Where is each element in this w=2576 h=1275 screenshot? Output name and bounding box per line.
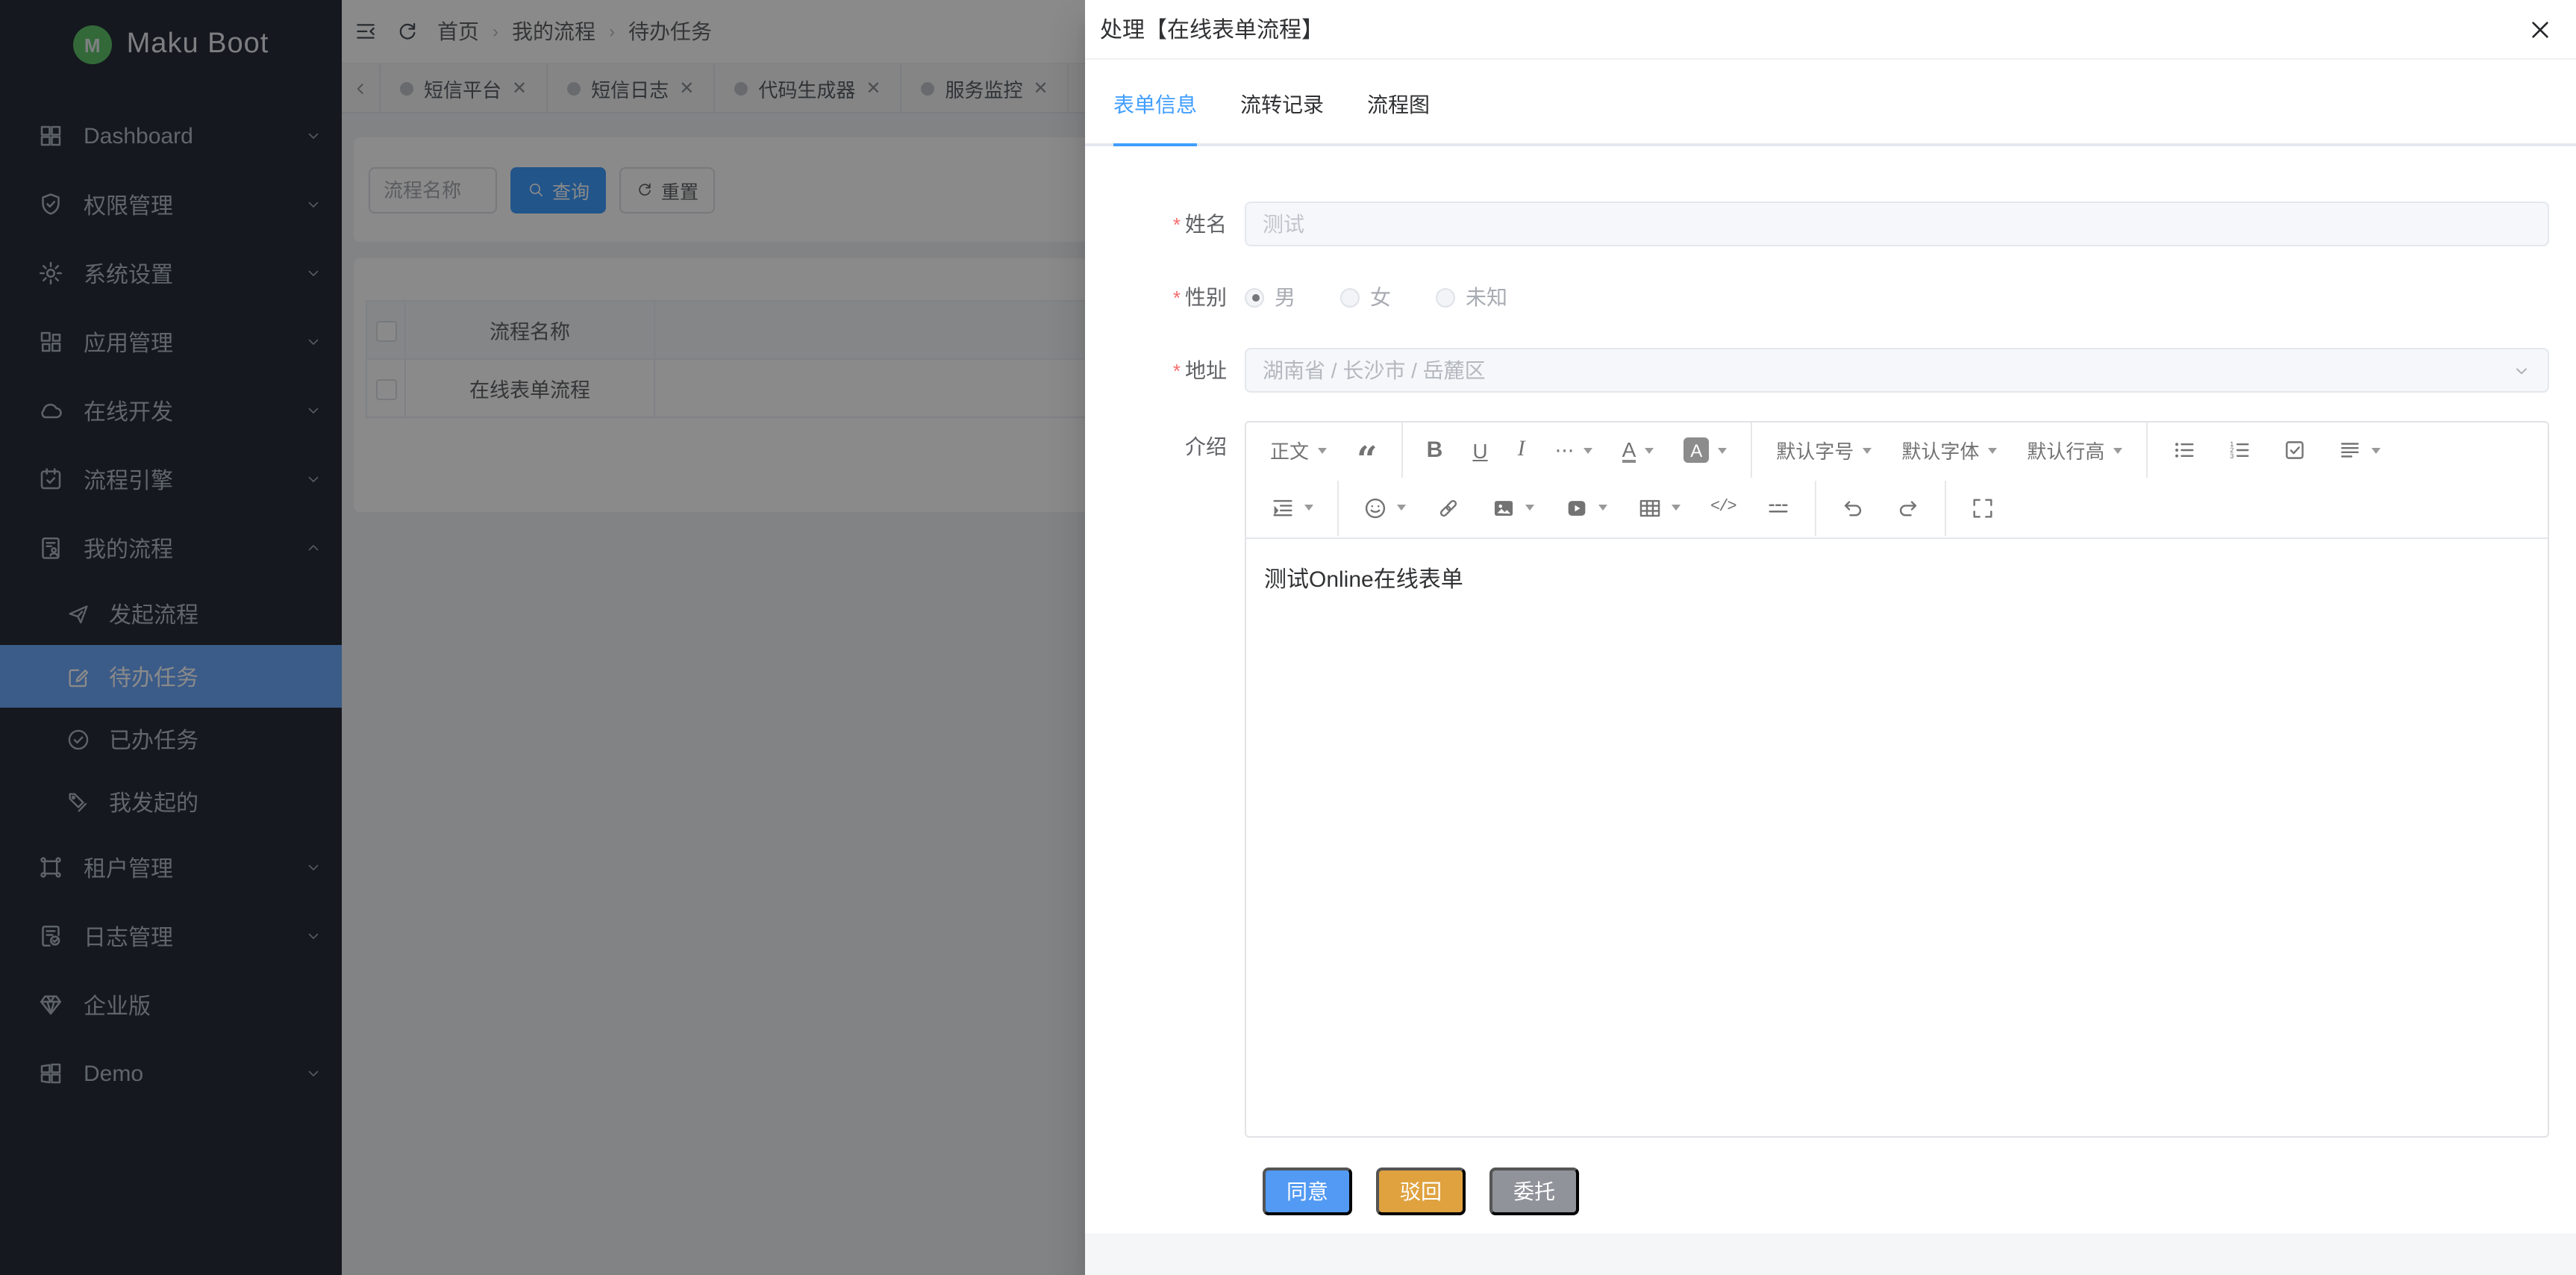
radio-female: 女: [1340, 282, 1391, 312]
caret-icon: [2113, 447, 2122, 453]
tab-flow-records[interactable]: 流转记录: [1240, 90, 1324, 143]
gender-label: *性别: [1085, 282, 1245, 312]
address-control: 湖南省 / 长沙市 / 岳麓区: [1245, 348, 2549, 393]
font-color-dropdown[interactable]: A: [1612, 431, 1665, 470]
caret-icon: [2372, 447, 2380, 453]
approve-button[interactable]: 同意: [1263, 1168, 1352, 1215]
drawer-form: *姓名 测试 *性别 男 女: [1085, 146, 2576, 1215]
caret-icon: [1584, 447, 1592, 453]
toolbar-separator: [1815, 480, 1816, 535]
name-field-row: *姓名 测试: [1085, 202, 2549, 246]
required-asterisk: *: [1173, 287, 1181, 309]
caret-icon: [1318, 447, 1327, 453]
ordered-list-icon[interactable]: [2216, 431, 2263, 470]
table-dropdown[interactable]: [1627, 488, 1691, 527]
address-field-row: *地址 湖南省 / 长沙市 / 岳麓区: [1085, 348, 2549, 393]
caret-icon: [1525, 505, 1534, 511]
tab-form-info[interactable]: 表单信息: [1113, 90, 1197, 143]
link-icon[interactable]: [1425, 488, 1472, 527]
radio-circle: [1436, 287, 1455, 307]
address-cascader: 湖南省 / 长沙市 / 岳麓区: [1245, 348, 2549, 393]
required-asterisk: *: [1173, 360, 1181, 382]
radio-circle: [1340, 287, 1360, 307]
gender-radio-group: 男 女 未知: [1245, 275, 2549, 319]
redo-icon[interactable]: [1885, 488, 1931, 527]
reject-button[interactable]: 驳回: [1376, 1168, 1466, 1215]
caret-icon: [1672, 505, 1681, 511]
caret-icon: [1718, 447, 1727, 453]
quote-icon[interactable]: “: [1346, 431, 1388, 470]
indent-dropdown[interactable]: [1260, 488, 1324, 527]
editor-toolbar-row-2: </>: [1246, 478, 2548, 539]
font-family-dropdown[interactable]: 默认字体: [1891, 431, 2007, 470]
editor-content[interactable]: 测试Online在线表单: [1246, 539, 2548, 1136]
process-drawer: 处理【在线表单流程】 表单信息 流转记录 流程图 *姓名 测试 *性别: [1085, 0, 2576, 1275]
toolbar-separator: [2146, 423, 2148, 478]
caret-icon: [1304, 505, 1313, 511]
editor-toolbar-row-1: 正文 “ B U I ⋯ A A 默认字号 默认字体 默认行: [1246, 423, 2548, 478]
rich-text-editor: 正文 “ B U I ⋯ A A 默认字号 默认字体 默认行: [1245, 421, 2549, 1138]
address-label: *地址: [1085, 355, 1245, 385]
more-styles-dropdown[interactable]: ⋯: [1545, 431, 1603, 470]
align-dropdown[interactable]: [2327, 431, 2391, 470]
drawer-header: 处理【在线表单流程】: [1085, 0, 2576, 60]
delegate-button[interactable]: 委托: [1489, 1168, 1579, 1215]
name-label: *姓名: [1085, 209, 1245, 239]
emoji-dropdown[interactable]: [1352, 488, 1416, 527]
required-asterisk: *: [1173, 213, 1181, 236]
italic-icon[interactable]: I: [1507, 431, 1536, 470]
toolbar-separator: [1945, 480, 1946, 535]
paragraph-style-dropdown[interactable]: 正文: [1260, 431, 1337, 470]
drawer-footer-strip: [1085, 1233, 2576, 1275]
toolbar-separator: [1751, 423, 1752, 478]
name-control: 测试: [1245, 202, 2549, 246]
caret-icon: [1863, 447, 1872, 453]
caret-icon: [1645, 447, 1654, 453]
drawer-tabs: 表单信息 流转记录 流程图: [1085, 90, 2576, 146]
image-dropdown[interactable]: [1481, 488, 1545, 527]
video-dropdown[interactable]: [1554, 488, 1618, 527]
radio-male: 男: [1245, 282, 1295, 312]
caret-icon: [1598, 505, 1607, 511]
divider-icon[interactable]: [1755, 488, 1801, 527]
tab-flow-chart[interactable]: 流程图: [1367, 90, 1430, 143]
caret-icon: [1397, 505, 1406, 511]
bullet-list-icon[interactable]: [2161, 431, 2207, 470]
chevron-down-icon: [2512, 361, 2531, 380]
intro-label: 介绍: [1085, 421, 1245, 461]
drawer-title: 处理【在线表单流程】: [1100, 13, 2528, 45]
underline-icon[interactable]: U: [1462, 431, 1498, 470]
name-input: 测试: [1245, 202, 2549, 246]
radio-circle: [1245, 287, 1264, 307]
toolbar-separator: [1401, 423, 1403, 478]
caret-icon: [1988, 447, 1997, 453]
highlight-color-dropdown[interactable]: A: [1673, 431, 1737, 470]
radio-unknown: 未知: [1436, 282, 1507, 312]
line-height-dropdown[interactable]: 默认行高: [2016, 431, 2133, 470]
code-block-icon[interactable]: </>: [1700, 488, 1746, 527]
undo-icon[interactable]: [1830, 488, 1876, 527]
app-viewport: M Maku Boot Dashboard 权限管理 系统设置 应用管理: [0, 0, 2576, 1275]
toolbar-separator: [1337, 480, 1339, 535]
todo-list-icon[interactable]: [2272, 431, 2318, 470]
intro-field-row: 介绍 正文 “ B U I ⋯ A A: [1085, 421, 2549, 1138]
close-icon[interactable]: [2528, 17, 2552, 41]
gender-field-row: *性别 男 女 未知: [1085, 275, 2549, 319]
drawer-actions: 同意 驳回 委托: [1263, 1168, 2549, 1215]
font-size-dropdown[interactable]: 默认字号: [1766, 431, 1882, 470]
fullscreen-icon[interactable]: [1960, 488, 2006, 527]
intro-control: 正文 “ B U I ⋯ A A 默认字号 默认字体 默认行: [1245, 421, 2549, 1138]
bold-icon[interactable]: B: [1416, 431, 1454, 470]
